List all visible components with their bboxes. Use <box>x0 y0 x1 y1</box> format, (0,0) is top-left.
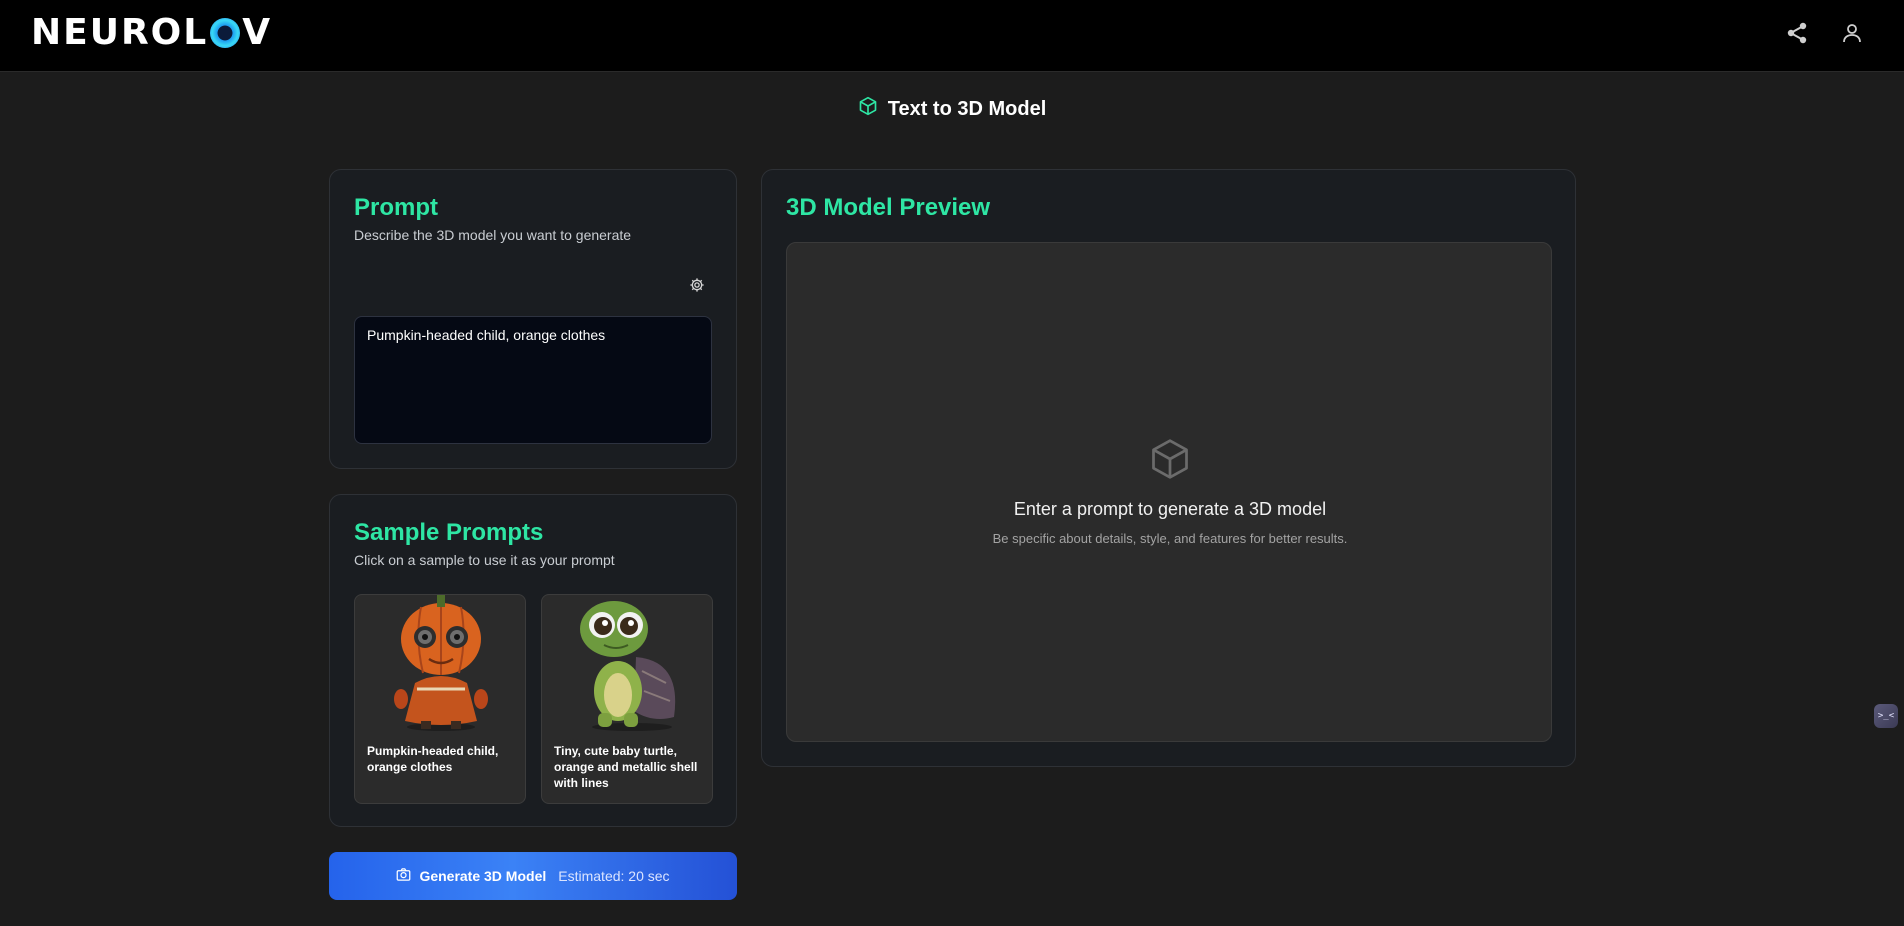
top-bar: NEUROL V <box>0 0 1904 72</box>
sample-card-baby-turtle[interactable]: Tiny, cute baby turtle, orange and metal… <box>541 594 713 804</box>
baby-turtle-image <box>580 601 676 731</box>
sample-card-pumpkin-child[interactable]: Pumpkin-headed child, orange clothes <box>354 594 526 804</box>
prompt-card: Prompt Describe the 3D model you want to… <box>329 169 737 469</box>
cube-placeholder-icon <box>1148 437 1192 481</box>
logo-text-left: NEUROL <box>31 11 209 53</box>
generate-button-label: Generate 3D Model <box>419 868 547 884</box>
logo-text-right: V <box>242 11 273 53</box>
gear-icon[interactable] <box>688 276 706 294</box>
model-preview-area[interactable]: Enter a prompt to generate a 3D model Be… <box>786 242 1552 742</box>
camera-icon <box>396 867 411 885</box>
preview-empty-title: Enter a prompt to generate a 3D model <box>1013 499 1327 519</box>
generate-estimate: Estimated: 20 sec <box>558 868 670 884</box>
cube-icon <box>858 96 878 122</box>
page-title: Text to 3D Model <box>0 96 1904 122</box>
preview-empty-subtitle: Be specific about details, style, and fe… <box>992 531 1348 546</box>
model-preview-title: 3D Model Preview <box>786 194 991 221</box>
widget-glyph: >_< <box>1877 711 1895 721</box>
page-title-text: Text to 3D Model <box>887 97 1047 120</box>
prompt-card-subtitle: Describe the 3D model you want to genera… <box>354 227 632 243</box>
share-icon[interactable] <box>1784 20 1810 46</box>
generate-3d-model-button[interactable]: Generate 3D Model Estimated: 20 sec <box>329 852 737 900</box>
floating-assistant-widget[interactable]: >_< <box>1874 704 1898 728</box>
prompt-input[interactable]: Pumpkin-headed child, orange clothes <box>354 316 712 444</box>
sample-prompts-title: Sample Prompts <box>354 519 544 546</box>
pumpkin-child-image <box>394 595 488 731</box>
logo-o-mark <box>210 18 241 48</box>
neurolov-logo[interactable]: NEUROL V <box>31 11 273 53</box>
sample-prompts-subtitle: Click on a sample to use it as your prom… <box>354 552 615 568</box>
sample-prompts-card: Sample Prompts Click on a sample to use … <box>329 494 737 827</box>
user-icon[interactable] <box>1839 20 1865 46</box>
sample-caption: Tiny, cute baby turtle, orange and metal… <box>554 744 698 790</box>
sample-caption: Pumpkin-headed child, orange clothes <box>367 744 499 774</box>
model-preview-card: 3D Model Preview Enter a prompt to gener… <box>761 169 1576 767</box>
prompt-card-title: Prompt <box>354 194 438 221</box>
